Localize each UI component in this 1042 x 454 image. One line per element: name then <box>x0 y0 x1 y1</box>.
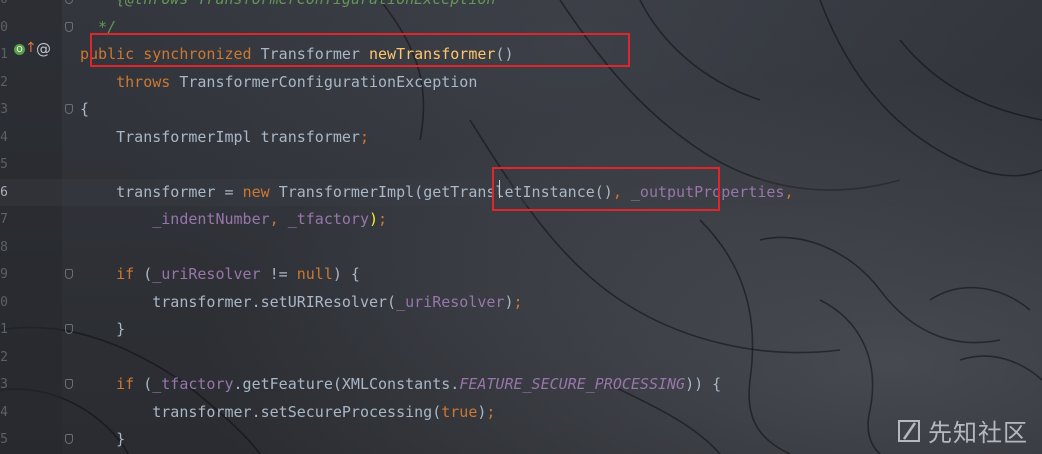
code-token: .getFeature(XMLConstants. <box>233 375 460 393</box>
code-text: _indentNumber, _tfactory); <box>80 206 387 234</box>
code-line[interactable]: 8 <box>0 234 1042 262</box>
code-token: ) { <box>332 265 360 283</box>
implements-method-icon[interactable]: O <box>14 44 25 55</box>
code-text: transformer.setSecureProcessing(true); <box>80 399 495 427</box>
line-number: 6 <box>0 184 8 200</box>
code-token: null <box>296 265 333 283</box>
line-number: 3 <box>0 377 8 392</box>
code-token: )) { <box>685 375 722 393</box>
line-number: 2 <box>0 74 8 90</box>
code-token: _indentNumber <box>152 210 270 228</box>
code-token: transformer.setSecureProcessing( <box>80 402 442 421</box>
code-line[interactable]: 9 if (_uriResolver != null) { <box>0 261 1042 289</box>
code-text: { <box>80 96 89 124</box>
code-token: _uriResolver <box>396 292 505 311</box>
annotation-icon: @ <box>36 40 51 58</box>
fold-marker-icon[interactable] <box>65 324 73 334</box>
code-line[interactable]: 1 } <box>0 316 1042 344</box>
watermark: 先知社区 <box>896 413 1028 448</box>
code-token: _uriResolver <box>152 265 270 283</box>
code-token: , <box>269 210 288 228</box>
fold-marker-icon[interactable] <box>65 434 73 444</box>
code-text: TransformerImpl transformer; <box>80 124 369 152</box>
line-number: 0 <box>0 19 8 35</box>
line-number: 1 <box>0 47 8 62</box>
fold-marker-icon[interactable] <box>65 104 73 114</box>
code-text: } <box>80 316 125 344</box>
code-token: } <box>80 430 126 448</box>
code-token: TransformerImpl transformer <box>80 127 360 146</box>
code-text: throws TransformerConfigurationException <box>80 69 477 97</box>
code-token: throws <box>116 72 180 91</box>
code-token: , <box>784 182 794 201</box>
code-text: } <box>80 426 125 454</box>
code-token: ( <box>143 375 153 393</box>
code-token: {@throws TransformerConfigurationExcepti… <box>80 0 495 8</box>
code-line[interactable]: 0 transformer.setURIResolver(_uriResolve… <box>0 289 1042 317</box>
code-text: {@throws TransformerConfigurationExcepti… <box>80 0 495 14</box>
code-token: ; <box>486 402 496 421</box>
code-token: _tfactory <box>287 210 369 228</box>
code-token: != <box>269 265 297 283</box>
line-number: 3 <box>0 102 8 117</box>
get-translet-instance-highlight-box <box>492 167 720 211</box>
watermark-text: 先知社区 <box>928 419 1028 447</box>
code-token: TransformerConfigurationException <box>179 72 478 91</box>
code-line[interactable]: 3 if (_tfactory.getFeature(XMLConstants.… <box>0 371 1042 399</box>
line-number: 0 <box>0 0 8 14</box>
code-line[interactable]: 2 <box>0 344 1042 372</box>
line-number: 1 <box>0 322 8 337</box>
code-token: { <box>80 100 90 118</box>
line-number: 4 <box>0 404 8 420</box>
code-token: TransformerImpl( <box>278 182 424 201</box>
code-token: if <box>116 375 144 393</box>
code-line[interactable]: 0 {@throws TransformerConfigurationExcep… <box>0 0 1042 14</box>
override-arrow-icon[interactable]: ↑ <box>25 40 37 56</box>
code-text: if (_uriResolver != null) { <box>80 261 360 289</box>
line-number: 8 <box>0 239 8 255</box>
fold-marker-icon[interactable] <box>65 379 73 389</box>
line-number: 0 <box>0 294 8 310</box>
code-token: ( <box>143 265 153 283</box>
code-text: transformer.setURIResolver(_uriResolver)… <box>80 289 523 317</box>
method-signature-highlight-box <box>90 33 630 67</box>
code-token: FEATURE_SECURE_PROCESSING <box>459 375 686 393</box>
code-token: if <box>116 265 144 283</box>
code-token: ) <box>369 210 379 228</box>
code-text: if (_tfactory.getFeature(XMLConstants.FE… <box>80 371 721 399</box>
code-line[interactable]: 2 throws TransformerConfigurationExcepti… <box>0 69 1042 97</box>
code-token: true <box>441 402 478 421</box>
code-token: ; <box>359 127 369 146</box>
line-number: 2 <box>0 349 8 365</box>
code-line[interactable]: 4 TransformerImpl transformer; <box>0 124 1042 152</box>
line-number: 4 <box>0 129 8 145</box>
text-cursor <box>499 180 500 198</box>
watermark-logo-icon <box>898 419 920 442</box>
code-token: _tfactory <box>152 375 234 393</box>
fold-marker-icon[interactable] <box>65 21 73 32</box>
code-line[interactable]: 5 } <box>0 426 1042 454</box>
line-number: 9 <box>0 267 8 282</box>
code-token: ; <box>513 292 523 311</box>
line-number: 5 <box>0 432 8 447</box>
code-token: new <box>242 182 279 201</box>
code-token: ; <box>378 210 388 228</box>
code-line[interactable]: 4 transformer.setSecureProcessing(true); <box>0 399 1042 427</box>
code-token: transformer = <box>80 182 243 201</box>
code-token: } <box>80 320 126 338</box>
line-number: 7 <box>0 212 8 227</box>
line-number: 5 <box>0 157 8 172</box>
code-token: transformer.setURIResolver( <box>80 292 397 311</box>
fold-marker-icon[interactable] <box>65 269 73 279</box>
fold-marker-icon[interactable] <box>65 0 73 4</box>
code-line[interactable]: 3{ <box>0 96 1042 124</box>
